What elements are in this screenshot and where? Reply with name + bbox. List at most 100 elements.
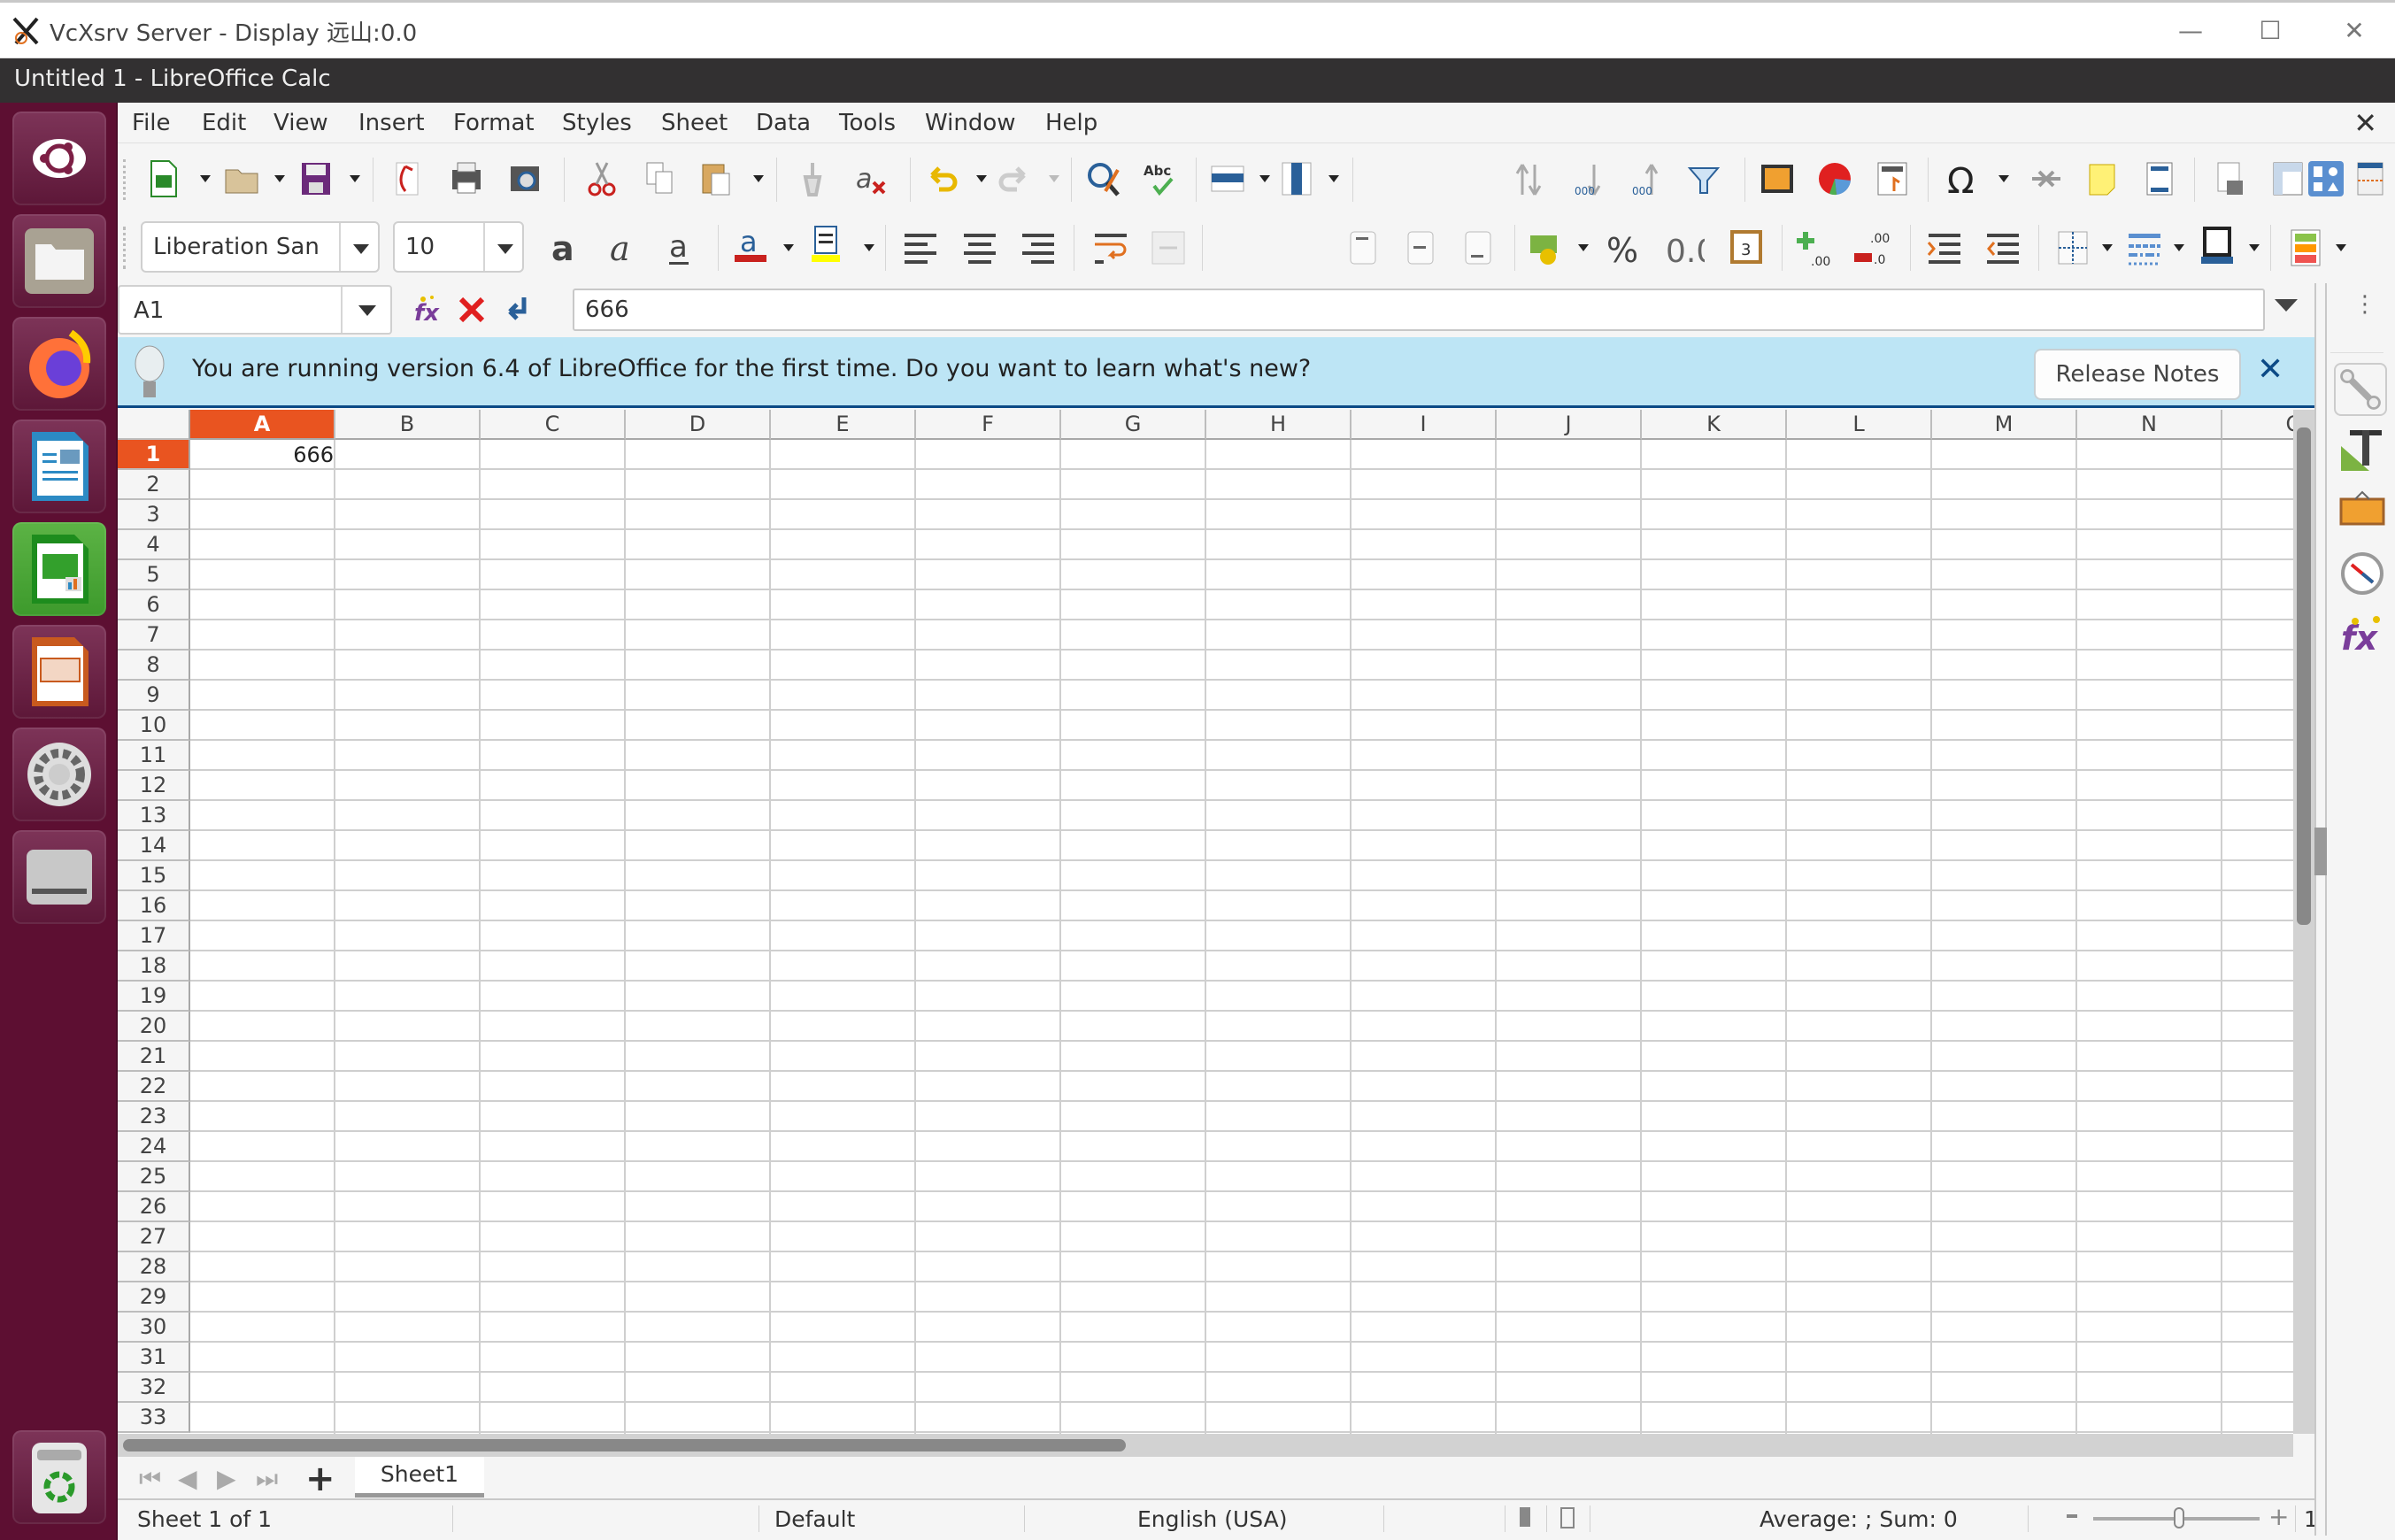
menu-insert[interactable]: Insert xyxy=(358,110,425,136)
row-header-29[interactable]: 29 xyxy=(118,1282,190,1313)
font-color-dropdown[interactable] xyxy=(783,244,794,251)
row-header-5[interactable]: 5 xyxy=(118,560,190,590)
accept-formula-icon[interactable] xyxy=(501,294,533,326)
row-header-27[interactable]: 27 xyxy=(118,1222,190,1252)
row-header-10[interactable]: 10 xyxy=(118,711,190,741)
name-box[interactable]: A1 xyxy=(118,285,392,335)
font-size-dropdown[interactable] xyxy=(483,223,522,271)
bold-icon[interactable]: a xyxy=(544,228,583,267)
launcher-system-settings[interactable] xyxy=(12,728,106,821)
border-color-icon[interactable] xyxy=(2198,227,2237,266)
decrease-indent-icon[interactable] xyxy=(1983,228,2022,267)
font-size-combo[interactable]: 10 xyxy=(393,221,524,273)
currency-dropdown[interactable] xyxy=(1578,244,1589,251)
conditional-format-dropdown[interactable] xyxy=(2336,244,2346,251)
column-header-N[interactable]: N xyxy=(2077,410,2222,440)
align-center-icon[interactable] xyxy=(960,228,999,267)
row-header-24[interactable]: 24 xyxy=(118,1132,190,1162)
conditional-format-icon[interactable] xyxy=(2286,228,2325,267)
column-header-D[interactable]: D xyxy=(626,410,771,440)
row-header-21[interactable]: 21 xyxy=(118,1042,190,1072)
cancel-formula-icon[interactable] xyxy=(456,294,488,326)
launcher-trash[interactable] xyxy=(12,1430,106,1524)
redo-icon[interactable] xyxy=(994,159,1033,198)
save-dropdown[interactable] xyxy=(350,175,360,182)
cell-A1[interactable]: 666 xyxy=(192,442,334,470)
zoom-in-button[interactable]: + xyxy=(2268,1502,2289,1531)
border-style-dropdown[interactable] xyxy=(2174,244,2184,251)
function-wizard-icon[interactable]: fx xyxy=(411,292,446,327)
column-header-J[interactable]: J xyxy=(1497,410,1642,440)
align-left-icon[interactable] xyxy=(901,228,940,267)
date-format-icon[interactable]: 3 xyxy=(1727,227,1766,266)
menu-edit[interactable]: Edit xyxy=(202,110,246,136)
next-sheet-button[interactable]: ▶ xyxy=(217,1464,236,1493)
column-header-O[interactable]: O xyxy=(2222,410,2293,440)
close-document-icon[interactable]: ✕ xyxy=(2353,106,2377,140)
launcher-drive[interactable] xyxy=(12,830,106,924)
new-spreadsheet-icon[interactable] xyxy=(144,159,183,198)
vertical-scrollbar[interactable] xyxy=(2293,410,2314,1434)
undo-dropdown[interactable] xyxy=(976,175,987,182)
freeze-rows-columns-icon[interactable] xyxy=(2268,159,2307,198)
hyperlink-icon[interactable] xyxy=(2027,159,2066,198)
select-all-corner[interactable] xyxy=(118,410,190,440)
launcher-impress[interactable] xyxy=(12,625,106,719)
redo-dropdown[interactable] xyxy=(1049,175,1059,182)
column-header-F[interactable]: F xyxy=(916,410,1061,440)
font-color-icon[interactable]: a xyxy=(731,225,770,264)
spreadsheet-grid[interactable]: ABCDEFGHIJKLMNO 123456789101112131415161… xyxy=(118,410,2293,1434)
column-dropdown[interactable] xyxy=(1328,175,1339,182)
selection-mode-icon[interactable] xyxy=(1520,1507,1536,1527)
column-header-I[interactable]: I xyxy=(1352,410,1497,440)
menu-sheet[interactable]: Sheet xyxy=(661,110,728,136)
sort-ascending-icon[interactable]: 000 xyxy=(1627,159,1666,198)
zoom-out-button[interactable] xyxy=(2067,1514,2077,1518)
open-dropdown[interactable] xyxy=(274,175,285,182)
row-header-11[interactable]: 11 xyxy=(118,741,190,771)
special-character-icon[interactable]: Ω xyxy=(1944,159,1983,198)
sidebar-menu-icon[interactable]: ⋮ xyxy=(2353,293,2376,316)
print-icon[interactable] xyxy=(447,159,486,198)
row-header-22[interactable]: 22 xyxy=(118,1072,190,1102)
vertical-scrollbar-thumb[interactable] xyxy=(2297,427,2311,925)
row-header-18[interactable]: 18 xyxy=(118,951,190,982)
menu-file[interactable]: File xyxy=(132,110,171,136)
row-header-28[interactable]: 28 xyxy=(118,1252,190,1282)
row-header-12[interactable]: 12 xyxy=(118,771,190,801)
comment-icon[interactable] xyxy=(2083,159,2122,198)
borders-dropdown[interactable] xyxy=(2102,244,2113,251)
percent-format-icon[interactable]: % xyxy=(1605,228,1644,267)
column-header-E[interactable]: E xyxy=(771,410,916,440)
font-name-dropdown[interactable] xyxy=(339,223,378,271)
border-color-dropdown[interactable] xyxy=(2249,244,2260,251)
column-header-K[interactable]: K xyxy=(1642,410,1787,440)
column-header-H[interactable]: H xyxy=(1206,410,1352,440)
maximize-button[interactable]: ☐ xyxy=(2239,12,2301,50)
row-header-17[interactable]: 17 xyxy=(118,921,190,951)
row-header-25[interactable]: 25 xyxy=(118,1162,190,1192)
row-header-15[interactable]: 15 xyxy=(118,861,190,891)
launcher-writer[interactable] xyxy=(12,420,106,513)
new-dropdown[interactable] xyxy=(200,175,211,182)
formula-input[interactable]: 666 xyxy=(573,289,2265,331)
insert-image-icon[interactable] xyxy=(1758,159,1797,198)
clone-formatting-icon[interactable] xyxy=(793,159,832,198)
first-sheet-button[interactable]: ⏮ xyxy=(139,1464,161,1494)
row-header-8[interactable]: 8 xyxy=(118,651,190,681)
row-header-16[interactable]: 16 xyxy=(118,891,190,921)
menu-format[interactable]: Format xyxy=(453,110,535,136)
document-modified-icon[interactable] xyxy=(1560,1507,1575,1528)
styles-icon[interactable] xyxy=(2337,425,2387,474)
row-dropdown[interactable] xyxy=(1259,175,1270,182)
menu-help[interactable]: Help xyxy=(1045,110,1097,136)
open-folder-icon[interactable] xyxy=(222,159,261,198)
minimize-button[interactable]: — xyxy=(2160,12,2222,50)
menu-tools[interactable]: Tools xyxy=(839,110,896,136)
row-header-1[interactable]: 1 xyxy=(118,440,190,470)
increase-indent-icon[interactable] xyxy=(1925,228,1964,267)
split-window-icon[interactable] xyxy=(2351,159,2390,198)
add-sheet-button[interactable]: + xyxy=(305,1459,335,1499)
sort-icon[interactable] xyxy=(1510,159,1549,198)
number-format-icon[interactable]: 0.0 xyxy=(1666,228,1705,267)
